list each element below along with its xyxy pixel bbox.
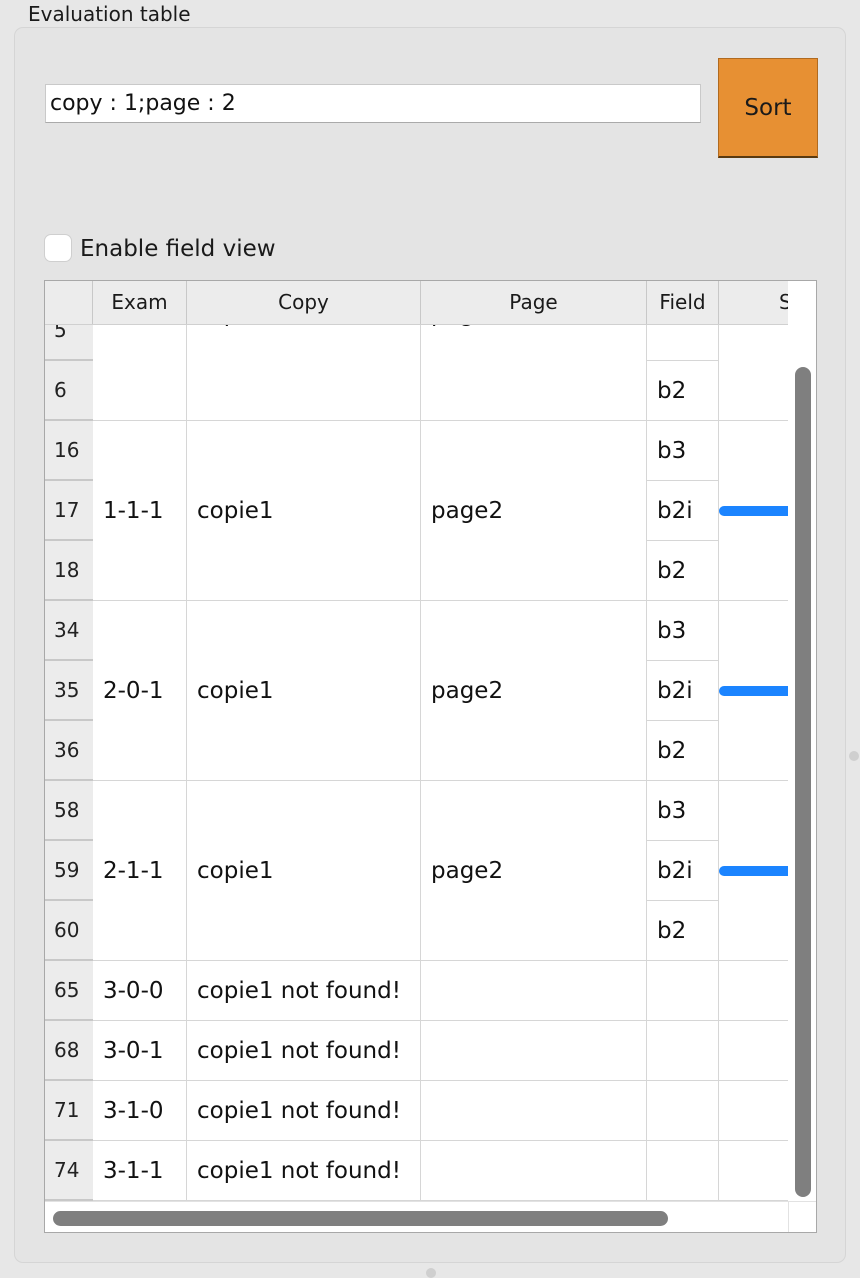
score-cell[interactable] [719,1021,788,1081]
exam-cell[interactable]: 2-1-1 [93,781,187,961]
row-header-number: 74 [54,1158,80,1182]
table-body: 56161718343536585960656871741-0-1copie1p… [45,281,788,1201]
row-header-number: 18 [54,558,80,582]
field-cell[interactable]: b3 [647,781,719,841]
page-cell[interactable] [421,1081,647,1141]
field-cell[interactable]: b2i [647,841,719,901]
row-header-number: 16 [54,438,80,462]
row-header-number: 60 [54,918,80,942]
exam-cell[interactable]: 3-1-1 [93,1141,187,1201]
score-bar [719,866,788,876]
row-header-number: 71 [54,1098,80,1122]
page-cell[interactable] [421,1021,647,1081]
row-header[interactable]: 71 [45,1081,93,1141]
copy-cell[interactable]: copie1 not found! [187,1141,421,1201]
corner-header [45,281,93,324]
field-cell[interactable] [647,961,719,1021]
row-header-number: 17 [54,498,80,522]
copy-cell[interactable]: copie1 [187,421,421,601]
row-header[interactable]: 18 [45,541,93,601]
score-cell[interactable] [719,1141,788,1201]
field-cell[interactable]: b3 [647,601,719,661]
horizontal-scrollbar-thumb[interactable] [53,1211,668,1226]
enable-field-view-label: Enable field view [80,236,276,262]
row-header[interactable]: 60 [45,901,93,961]
row-header[interactable]: 59 [45,841,93,901]
page-cell[interactable]: page2 [421,421,647,601]
row-header-number: 35 [54,678,80,702]
page-cell[interactable] [421,961,647,1021]
row-header[interactable]: 34 [45,601,93,661]
row-header-number: 59 [54,858,80,882]
page-cell[interactable] [421,1141,647,1201]
enable-field-view-checkbox[interactable] [44,234,72,262]
sort-criteria-input[interactable] [45,84,701,123]
row-header[interactable]: 58 [45,781,93,841]
exam-cell[interactable]: 1-1-1 [93,421,187,601]
row-header[interactable]: 74 [45,1141,93,1201]
score-cell[interactable] [719,1081,788,1141]
copy-cell[interactable]: copie1 not found! [187,961,421,1021]
scrollbar-corner [788,1201,816,1232]
row-header[interactable]: 68 [45,1021,93,1081]
row-header[interactable]: 36 [45,721,93,781]
column-header-copy[interactable]: Copy [187,281,421,324]
column-header-score[interactable]: S [719,281,788,324]
copy-cell[interactable]: copie1 not found! [187,1081,421,1141]
copy-cell[interactable]: copie1 not found! [187,1021,421,1081]
vertical-scrollbar-thumb[interactable] [795,367,811,1197]
splitter-handle-right[interactable] [849,751,859,761]
field-cell[interactable]: b2 [647,901,719,961]
field-cell[interactable] [647,1141,719,1201]
row-header[interactable]: 6 [45,361,93,421]
row-header-number: 68 [54,1038,80,1062]
row-header-number: 34 [54,618,80,642]
row-header[interactable]: 65 [45,961,93,1021]
exam-cell[interactable]: 2-0-1 [93,601,187,781]
column-header-exam[interactable]: Exam [93,281,187,324]
column-header-page[interactable]: Page [421,281,647,324]
score-bar [719,686,788,696]
page-cell[interactable]: page2 [421,601,647,781]
exam-cell[interactable]: 3-0-1 [93,1021,187,1081]
row-header-number: 36 [54,738,80,762]
field-cell[interactable]: b2i [647,481,719,541]
row-header[interactable]: 35 [45,661,93,721]
table-header: Exam Copy Page Field S [45,281,788,325]
field-cell[interactable]: b2i [647,661,719,721]
row-header-number: 65 [54,978,80,1002]
field-cell[interactable]: b3 [647,421,719,481]
score-cell[interactable] [719,961,788,1021]
splitter-handle-bottom[interactable] [426,1268,436,1278]
copy-cell[interactable]: copie1 [187,601,421,781]
copy-cell[interactable]: copie1 [187,781,421,961]
row-header[interactable]: 17 [45,481,93,541]
score-bar [719,506,788,516]
sort-button[interactable]: Sort [718,58,818,158]
field-cell[interactable]: b2 [647,361,719,421]
evaluation-table[interactable]: 56161718343536585960656871741-0-1copie1p… [44,280,817,1233]
field-cell[interactable]: b2 [647,721,719,781]
field-cell[interactable] [647,1081,719,1141]
page-cell[interactable]: page2 [421,781,647,961]
row-header-number: 58 [54,798,80,822]
row-header-number: 6 [54,378,67,402]
group-title: Evaluation table [28,2,191,26]
column-header-field[interactable]: Field [647,281,719,324]
exam-cell[interactable]: 3-1-0 [93,1081,187,1141]
row-header[interactable]: 16 [45,421,93,481]
exam-cell[interactable]: 3-0-0 [93,961,187,1021]
field-cell[interactable]: b2 [647,541,719,601]
field-cell[interactable] [647,1021,719,1081]
